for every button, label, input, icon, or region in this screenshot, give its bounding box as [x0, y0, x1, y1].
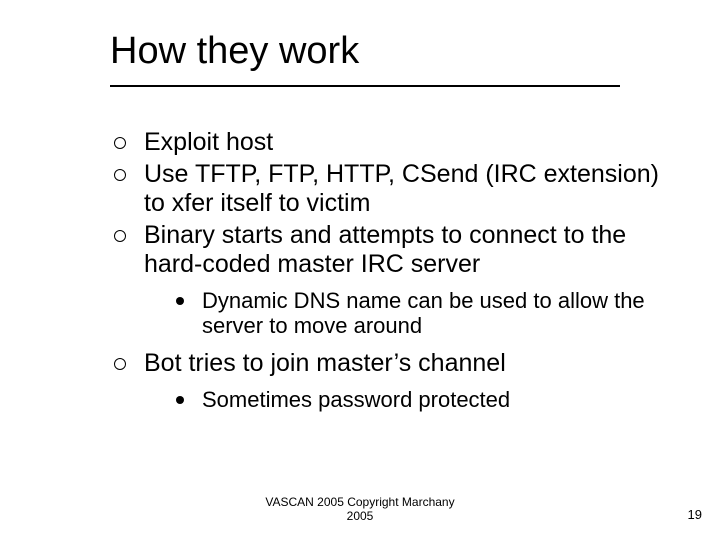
list-item-text: Use TFTP, FTP, HTTP, CSend (IRC extensio… — [144, 160, 659, 218]
list-item: Use TFTP, FTP, HTTP, CSend (IRC extensio… — [110, 160, 670, 219]
list-item: Exploit host — [110, 128, 670, 158]
list-item-text: Bot tries to join master’s channel — [144, 349, 506, 377]
slide: How they work Exploit host Use TFTP, FTP… — [0, 0, 720, 540]
list-item: Binary starts and attempts to connect to… — [110, 221, 670, 340]
bullet-list: Exploit host Use TFTP, FTP, HTTP, CSend … — [110, 128, 670, 413]
slide-title: How they work — [110, 30, 359, 73]
title-underline — [110, 85, 620, 87]
disc-bullet-icon — [176, 297, 184, 305]
sub-bullet-list: Dynamic DNS name can be used to allow th… — [144, 288, 670, 340]
slide-body: Exploit host Use TFTP, FTP, HTTP, CSend … — [110, 128, 670, 423]
disc-bullet-icon — [176, 396, 184, 404]
circle-bullet-icon — [114, 137, 126, 149]
circle-bullet-icon — [114, 358, 126, 370]
sub-bullet-list: Sometimes password protected — [144, 387, 670, 413]
circle-bullet-icon — [114, 169, 126, 181]
list-item-text: Exploit host — [144, 128, 273, 156]
footer-line1: VASCAN 2005 Copyright Marchany — [265, 495, 454, 509]
circle-bullet-icon — [114, 230, 126, 242]
page-number: 19 — [688, 507, 702, 522]
slide-footer: VASCAN 2005 Copyright Marchany 2005 — [0, 496, 720, 524]
sub-list-item-text: Dynamic DNS name can be used to allow th… — [202, 288, 645, 339]
sub-list-item: Sometimes password protected — [162, 387, 670, 413]
sub-list-item-text: Sometimes password protected — [202, 387, 510, 412]
list-item: Bot tries to join master’s channel Somet… — [110, 349, 670, 412]
footer-line2: 2005 — [347, 509, 374, 523]
list-item-text: Binary starts and attempts to connect to… — [144, 221, 626, 279]
sub-list-item: Dynamic DNS name can be used to allow th… — [162, 288, 670, 340]
